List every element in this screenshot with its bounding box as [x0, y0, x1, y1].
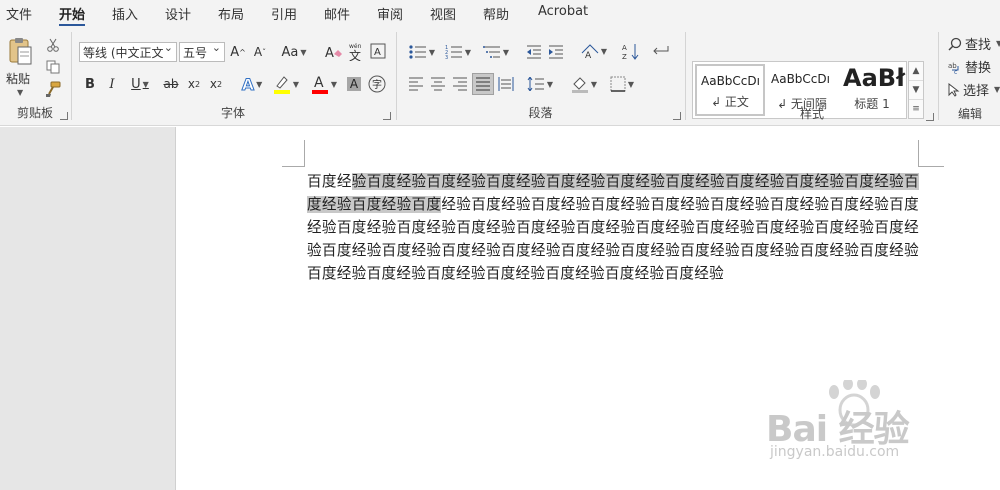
styles-group-label: 样式	[799, 107, 824, 121]
svg-text:文: 文	[349, 48, 361, 61]
tab-mailings[interactable]: 邮件	[324, 4, 350, 23]
crop-mark	[282, 166, 305, 167]
tab-file[interactable]: 文件	[6, 4, 32, 23]
align-center-icon[interactable]	[428, 74, 448, 94]
tab-home[interactable]: 开始	[59, 4, 86, 27]
clear-formatting-icon[interactable]: A	[324, 41, 344, 63]
text-effects-icon[interactable]: A ▼	[237, 73, 267, 95]
svg-text:A: A	[314, 75, 324, 91]
line-spacing-icon[interactable]: ▼	[524, 74, 556, 94]
replace-button[interactable]: ab c 替换	[948, 57, 991, 76]
gallery-scroll-down-icon[interactable]: ▼	[909, 81, 923, 100]
crop-mark	[918, 166, 944, 167]
strikethrough-icon[interactable]: ab	[161, 74, 181, 94]
shrink-font-icon[interactable]: Aˇ	[250, 41, 270, 63]
replace-label: 替换	[965, 61, 992, 76]
svg-text:A: A	[325, 46, 334, 60]
style-sample: AaBbCcDı	[701, 74, 760, 88]
select-button[interactable]: 选择 ▼	[948, 80, 1000, 99]
gallery-scroll-up-icon[interactable]: ▲	[909, 62, 923, 81]
sort-icon[interactable]: AZ	[620, 40, 642, 62]
font-color-icon[interactable]: A ▼	[309, 73, 339, 95]
font-size-select[interactable]: 五号	[179, 42, 225, 62]
svg-text:3: 3	[445, 55, 448, 59]
copy-icon[interactable]	[44, 58, 62, 76]
editing-group-label: 编辑	[957, 107, 982, 121]
select-label: 选择	[963, 84, 990, 99]
paste-button-label[interactable]: 粘贴	[6, 70, 30, 87]
document-body-text[interactable]: 百度经验百度经验百度经验百度经验百度经验百度经验百度经验百度经验百度经验百度经验…	[307, 170, 920, 285]
search-icon	[948, 37, 962, 51]
paragraph-dialog-launcher[interactable]	[673, 112, 681, 120]
paste-icon[interactable]	[4, 34, 36, 68]
character-shading-icon[interactable]: A	[345, 74, 363, 94]
svg-text:A: A	[374, 47, 381, 58]
underline-icon[interactable]: U ▼	[125, 74, 155, 94]
bullets-icon[interactable]: ▼	[406, 41, 438, 63]
font-dialog-launcher[interactable]	[383, 112, 391, 120]
align-left-icon[interactable]	[406, 74, 426, 94]
clipboard-group: 粘贴 ▼ 剪贴板	[0, 28, 70, 124]
crop-mark	[918, 140, 919, 166]
group-divider	[71, 32, 72, 120]
show-formatting-marks-icon[interactable]	[650, 40, 672, 62]
grow-font-icon[interactable]: A ^	[228, 41, 248, 63]
font-group-label: 字体	[220, 106, 245, 120]
tab-insert[interactable]: 插入	[112, 4, 138, 23]
enclosed-character-icon[interactable]: 字	[367, 74, 387, 94]
cut-icon[interactable]	[44, 36, 62, 54]
svg-text:A: A	[622, 44, 627, 52]
enclose-characters-icon[interactable]: A	[368, 41, 388, 61]
cursor-arrow-icon	[948, 82, 960, 97]
italic-icon[interactable]: I	[103, 74, 121, 94]
svg-text:字: 字	[372, 78, 382, 91]
group-divider	[938, 32, 939, 120]
svg-text:c: c	[954, 69, 957, 74]
chinese-layout-icon[interactable]: A ▼	[578, 40, 610, 62]
text-before-selection: 百度经	[307, 173, 352, 190]
find-label: 查找	[965, 38, 992, 53]
ribbon: 粘贴 ▼ 剪贴板 等线 (中文正文 五号 A^ Aˇ Aa▼ A wén文 A …	[0, 26, 1000, 126]
numbering-icon[interactable]: 1 2 3 ▼	[442, 41, 474, 63]
shading-icon[interactable]: ▼	[568, 74, 600, 94]
format-painter-icon[interactable]	[44, 80, 62, 98]
tab-view[interactable]: 视图	[430, 4, 456, 23]
font-name-select[interactable]: 等线 (中文正文	[79, 42, 177, 62]
watermark-url: jingyan.baidu.com	[770, 444, 900, 460]
font-group: 等线 (中文正文 五号 A^ Aˇ Aa▼ A wén文 A B I U▼ ab…	[73, 28, 393, 124]
style-sample: AaBł	[843, 64, 905, 92]
svg-text:Z: Z	[622, 53, 627, 60]
bold-icon[interactable]: B	[81, 74, 99, 94]
tab-design[interactable]: 设计	[165, 4, 191, 23]
highlight-color-icon[interactable]: ▼	[271, 73, 301, 95]
clipboard-dialog-launcher[interactable]	[60, 112, 68, 120]
tab-acrobat[interactable]: Acrobat	[538, 4, 588, 19]
distributed-icon[interactable]	[496, 74, 516, 94]
paragraph-group: ▼ 1 2 3 ▼ ▼ A ▼ AZ ▼ ▼ ▼ 段落	[398, 28, 683, 124]
change-case-icon[interactable]: Aa ▼	[279, 41, 309, 63]
paragraph-group-label: 段落	[528, 106, 553, 120]
paste-dropdown-caret[interactable]: ▼	[17, 88, 23, 97]
find-button[interactable]: 查找 ▼	[948, 34, 1000, 53]
subscript-icon[interactable]: x2	[185, 74, 203, 94]
group-divider	[396, 32, 397, 120]
align-right-icon[interactable]	[450, 74, 470, 94]
superscript-icon[interactable]: x2	[207, 74, 225, 94]
multilevel-list-icon[interactable]: ▼	[480, 41, 512, 63]
decrease-indent-icon[interactable]	[524, 41, 544, 63]
crop-mark	[304, 140, 305, 166]
style-sample: AaBbCcDı	[771, 72, 830, 86]
tab-review[interactable]: 审阅	[377, 4, 403, 23]
tab-help[interactable]: 帮助	[483, 4, 509, 23]
replace-icon: abc	[948, 62, 959, 74]
svg-text:A: A	[585, 51, 592, 59]
styles-dialog-launcher[interactable]	[926, 113, 934, 121]
phonetic-guide-icon[interactable]: wén 文	[346, 39, 366, 63]
increase-indent-icon[interactable]	[546, 41, 566, 63]
tab-references[interactable]: 引用	[271, 4, 297, 23]
tab-layout[interactable]: 布局	[218, 4, 244, 23]
borders-icon[interactable]: ▼	[606, 74, 638, 94]
justify-icon[interactable]	[472, 73, 494, 95]
ribbon-tab-bar: 文件 开始 插入 设计 布局 引用 邮件 审阅 视图 帮助 Acrobat	[0, 0, 1000, 27]
